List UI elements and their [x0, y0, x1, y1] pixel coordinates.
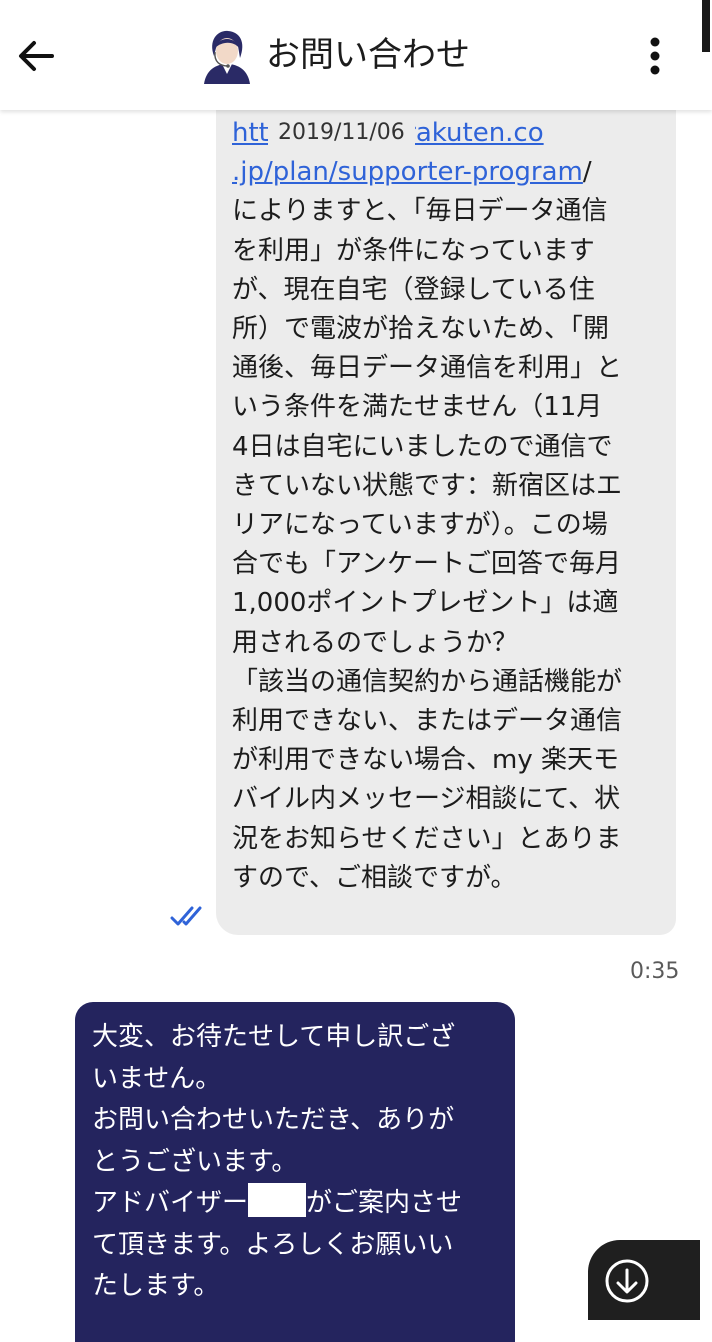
message-timestamp: 0:35 — [630, 959, 680, 984]
date-chip: 2019/11/06 — [268, 116, 415, 150]
double-check-icon — [170, 906, 202, 926]
more-vertical-icon — [650, 37, 660, 75]
arrow-down-circle-icon — [605, 1259, 649, 1303]
incoming-message-text: 大変、お待たせして申し訳ござ いません。 お問い合わせいただき、ありが とうござ… — [92, 1022, 463, 1301]
scroll-to-bottom-button[interactable] — [588, 1240, 700, 1320]
outgoing-message-text: httpk.mobile.rakuten.co .jp/plan/support… — [232, 118, 623, 893]
support-agent-avatar — [198, 26, 256, 84]
edge-scroll-indicator — [702, 0, 710, 52]
redacted-name — [248, 1183, 307, 1217]
app-header: お問い合わせ — [0, 0, 712, 110]
arrow-left-icon — [19, 41, 54, 71]
page-title: お問い合わせ — [266, 35, 470, 75]
more-options-button[interactable] — [632, 32, 678, 80]
back-button[interactable] — [12, 32, 60, 80]
read-status — [170, 903, 210, 927]
